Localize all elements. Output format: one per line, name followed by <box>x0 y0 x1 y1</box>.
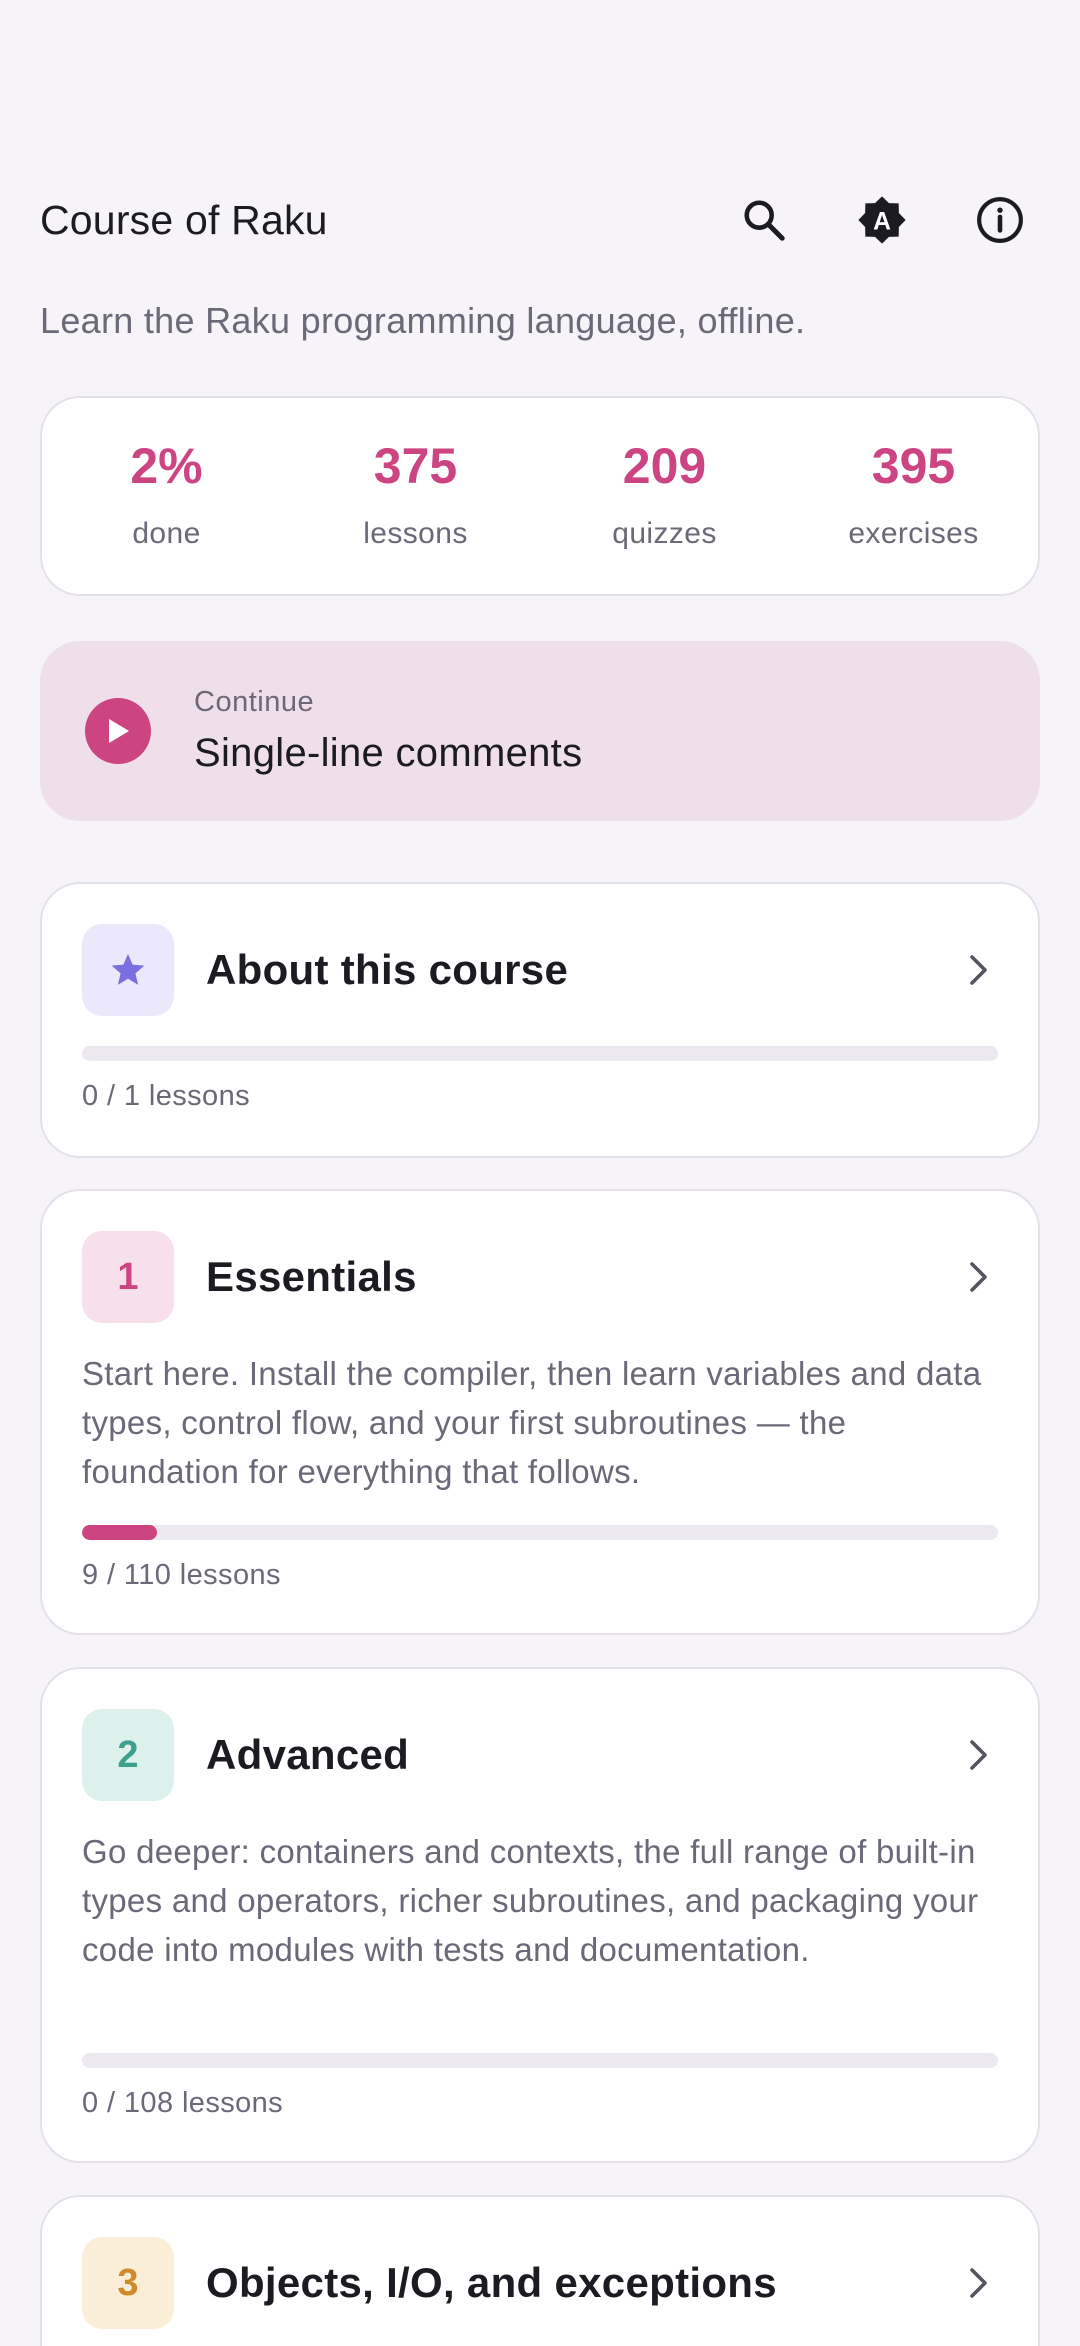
stat-done: 2% done <box>42 441 291 551</box>
play-icon <box>85 698 151 764</box>
stat-lessons: 375 lessons <box>291 441 540 551</box>
section-card-essentials[interactable]: 1 Essentials Start here. Install the com… <box>40 1189 1040 1635</box>
theme-icon-letter: A <box>873 208 891 235</box>
continue-text: Continue Single-line comments <box>194 686 582 776</box>
continue-lesson-title: Single-line comments <box>194 731 583 775</box>
section-title: Objects, I/O, and exceptions <box>206 2259 777 2306</box>
theme-button[interactable]: A <box>842 180 922 260</box>
continue-card[interactable]: Continue Single-line comments <box>40 641 1040 821</box>
search-icon <box>744 200 785 241</box>
chevron-right-icon <box>958 1735 998 1775</box>
stat-value: 395 <box>871 438 956 494</box>
section-badge <box>82 924 174 1016</box>
stat-value: 209 <box>622 438 707 494</box>
section-description: Start here. Install the compiler, then l… <box>82 1355 982 1490</box>
star-icon <box>111 953 145 985</box>
section-card-advanced[interactable]: 2 Advanced Go deeper: containers and con… <box>40 1667 1040 2163</box>
stat-quizzes: 209 quizzes <box>540 441 789 551</box>
section-card-about[interactable]: About this course 0 / 1 lessons <box>40 882 1040 1158</box>
section-card-objects[interactable]: 3 Objects, I/O, and exceptions <box>40 2195 1040 2346</box>
app-subtitle: Learn the Raku programming language, off… <box>40 300 806 341</box>
section-badge: 2 <box>82 1709 174 1801</box>
section-header: 2 Advanced <box>82 1709 998 1801</box>
section-header: About this course <box>82 924 998 1016</box>
stat-label: quizzes <box>612 517 717 550</box>
stat-label: done <box>132 517 201 550</box>
stat-label: exercises <box>848 517 979 550</box>
progress-bar <box>82 2053 998 2068</box>
chevron-right-icon <box>958 1257 998 1297</box>
progress-text: 9 / 110 lessons <box>82 1559 281 1591</box>
app-title: Course of Raku <box>40 196 328 243</box>
stat-value: 375 <box>373 438 458 494</box>
section-title: About this course <box>206 946 569 993</box>
stat-exercises: 395 exercises <box>789 441 1038 551</box>
info-button[interactable] <box>960 180 1040 260</box>
chevron-right-icon <box>958 950 998 990</box>
section-badge: 1 <box>82 1231 174 1323</box>
section-header: 1 Essentials <box>82 1231 998 1323</box>
chevron-right-icon <box>958 2263 998 2303</box>
stats-card: 2% done 375 lessons 209 quizzes 395 exer… <box>40 396 1040 596</box>
section-header: 3 Objects, I/O, and exceptions <box>82 2237 998 2329</box>
theme-auto-icon: A <box>858 196 906 244</box>
progress-bar <box>82 1525 998 1540</box>
stat-value: 2% <box>130 438 203 494</box>
info-icon <box>977 197 1023 243</box>
progress-bar <box>82 1046 998 1061</box>
stat-label: lessons <box>363 517 468 550</box>
search-button[interactable] <box>724 180 804 260</box>
section-description: Go deeper: containers and contexts, the … <box>82 1833 979 1968</box>
progress-fill <box>82 1525 157 1540</box>
section-badge: 3 <box>82 2237 174 2329</box>
progress-text: 0 / 1 lessons <box>82 1080 251 1112</box>
section-title: Essentials <box>206 1253 417 1300</box>
section-title: Advanced <box>206 1731 410 1778</box>
app-header: Course of Raku A <box>40 180 1040 260</box>
progress-text: 0 / 108 lessons <box>82 2087 284 2119</box>
continue-label: Continue <box>194 686 315 718</box>
